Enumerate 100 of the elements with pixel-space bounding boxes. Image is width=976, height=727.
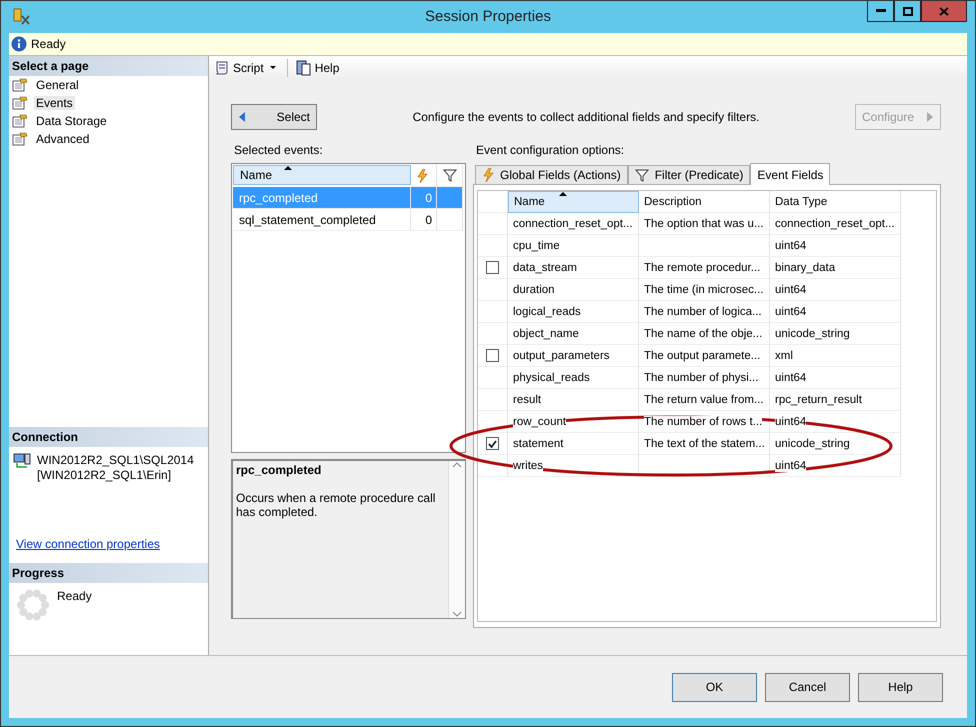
field-checkbox[interactable]: [486, 437, 499, 450]
minimize-button[interactable]: [867, 1, 894, 22]
field-name-cell: physical_reads: [508, 367, 639, 389]
page-item[interactable]: Advanced: [34, 132, 92, 146]
right-arrow-icon: [926, 111, 934, 123]
field-description-cell: The text of the statem...: [639, 433, 770, 455]
action-count-cell: 0: [411, 209, 437, 231]
tab[interactable]: Global Fields (Actions): [475, 165, 628, 184]
help-button[interactable]: Help: [294, 59, 342, 77]
user-name: [WIN2012R2_SQL1\Erin]: [37, 468, 172, 483]
field-name-cell: statement: [508, 433, 639, 455]
connection-properties-link[interactable]: View connection properties: [16, 537, 160, 551]
table-cell: [478, 213, 508, 235]
status-text: Ready: [31, 37, 66, 51]
close-icon: [939, 6, 949, 16]
field-description-cell: The number of physi...: [639, 367, 770, 389]
lightning-icon: [416, 168, 428, 182]
data-type-cell: uint64: [770, 455, 901, 477]
progress-status: Ready: [57, 589, 92, 605]
data-type-cell: uint64: [770, 235, 901, 257]
page-icon: [12, 132, 28, 146]
column-header[interactable]: Description: [639, 191, 770, 213]
dialog-button[interactable]: Cancel: [765, 672, 850, 702]
scroll-icon: [214, 60, 230, 76]
field-name-cell: writes: [508, 455, 639, 477]
page-icon: [12, 114, 28, 128]
window-title: Session Properties: [425, 8, 551, 25]
field-name-cell: cpu_time: [508, 235, 639, 257]
page-item[interactable]: General: [34, 78, 81, 92]
data-type-cell: unicode_string: [770, 323, 901, 345]
field-name-cell: object_name: [508, 323, 639, 345]
dialog-button[interactable]: Help: [858, 672, 943, 702]
maximize-icon: [902, 6, 912, 16]
event-description: Occurs when a remote procedure call has completed.: [236, 491, 436, 519]
field-description-cell: The remote procedur...: [639, 257, 770, 279]
field-name-cell: duration: [508, 279, 639, 301]
info-icon: [11, 36, 27, 52]
options-label: Event configuration options:: [476, 143, 624, 157]
page-icon: [12, 96, 28, 110]
scroll-up-icon[interactable]: [452, 461, 462, 469]
select-button[interactable]: Select: [231, 104, 317, 130]
sort-icon: [284, 166, 292, 170]
field-description-cell: The option that was u...: [639, 213, 770, 235]
data-type-cell: xml: [770, 345, 901, 367]
column-header[interactable]: Name: [508, 191, 639, 213]
close-button[interactable]: [921, 1, 967, 22]
field-description-cell: The number of rows t...: [639, 411, 770, 433]
page-item[interactable]: Events: [34, 96, 75, 110]
tab[interactable]: Filter (Predicate): [628, 165, 750, 184]
instructions-text: Configure the events to collect additional fields and specify filters.: [412, 110, 760, 124]
page-icon: [12, 78, 28, 92]
scroll-down-icon[interactable]: [452, 610, 462, 618]
field-description-cell: The return value from...: [639, 389, 770, 411]
list-label: Selected events:: [234, 143, 323, 157]
column-header[interactable]: Data Type: [770, 191, 901, 213]
field-name-cell: data_stream: [508, 257, 639, 279]
field-name-cell: output_parameters: [508, 345, 639, 367]
dialog-button[interactable]: OK: [672, 672, 757, 702]
left-arrow-icon: [238, 111, 246, 123]
field-checkbox[interactable]: [486, 261, 499, 274]
event-title: rpc_completed: [236, 463, 322, 477]
data-type-cell: uint64: [770, 279, 901, 301]
field-name-cell: result: [508, 389, 639, 411]
field-checkbox[interactable]: [486, 349, 499, 362]
sort-icon: [559, 192, 567, 196]
document-icon: [296, 60, 312, 76]
app-icon: [13, 7, 31, 27]
maximize-button[interactable]: [894, 1, 921, 22]
table-cell: [478, 389, 508, 411]
field-description-cell: The number of logica...: [639, 301, 770, 323]
table-cell: [478, 301, 508, 323]
data-type-cell: binary_data: [770, 257, 901, 279]
data-type-cell: uint64: [770, 301, 901, 323]
data-type-cell: unicode_string: [770, 433, 901, 455]
field-description-cell: The time (in microsec...: [639, 279, 770, 301]
data-type-cell: rpc_return_result: [770, 389, 901, 411]
section-header: Progress: [9, 563, 208, 583]
table-cell: [437, 209, 463, 231]
field-name-cell: row_count: [508, 411, 639, 433]
funnel-icon: [442, 169, 456, 182]
section-header: Connection: [9, 427, 208, 447]
field-name-cell: connection_reset_opt...: [508, 213, 639, 235]
data-type-cell: connection_reset_opt...: [770, 213, 901, 235]
field-description-cell: The output paramete...: [639, 345, 770, 367]
section-header: Select a page: [9, 56, 208, 76]
script-button[interactable]: Script: [212, 59, 281, 77]
server-name: WIN2012R2_SQL1\SQL2014: [37, 453, 194, 468]
funnel-icon: [634, 168, 649, 182]
page-item[interactable]: Data Storage: [34, 114, 109, 128]
lightning-icon: [482, 168, 494, 182]
spinner-icon: [17, 589, 49, 621]
data-type-cell: uint64: [770, 411, 901, 433]
server-icon: [13, 453, 31, 469]
field-description-cell: The name of the obje...: [639, 323, 770, 345]
tab[interactable]: Event Fields: [750, 163, 830, 185]
column-header[interactable]: Name: [233, 165, 411, 185]
minimize-icon: [876, 9, 886, 13]
event-name-cell[interactable]: sql_statement_completed: [233, 209, 411, 231]
data-type-cell: uint64: [770, 367, 901, 389]
field-name-cell: logical_reads: [508, 301, 639, 323]
